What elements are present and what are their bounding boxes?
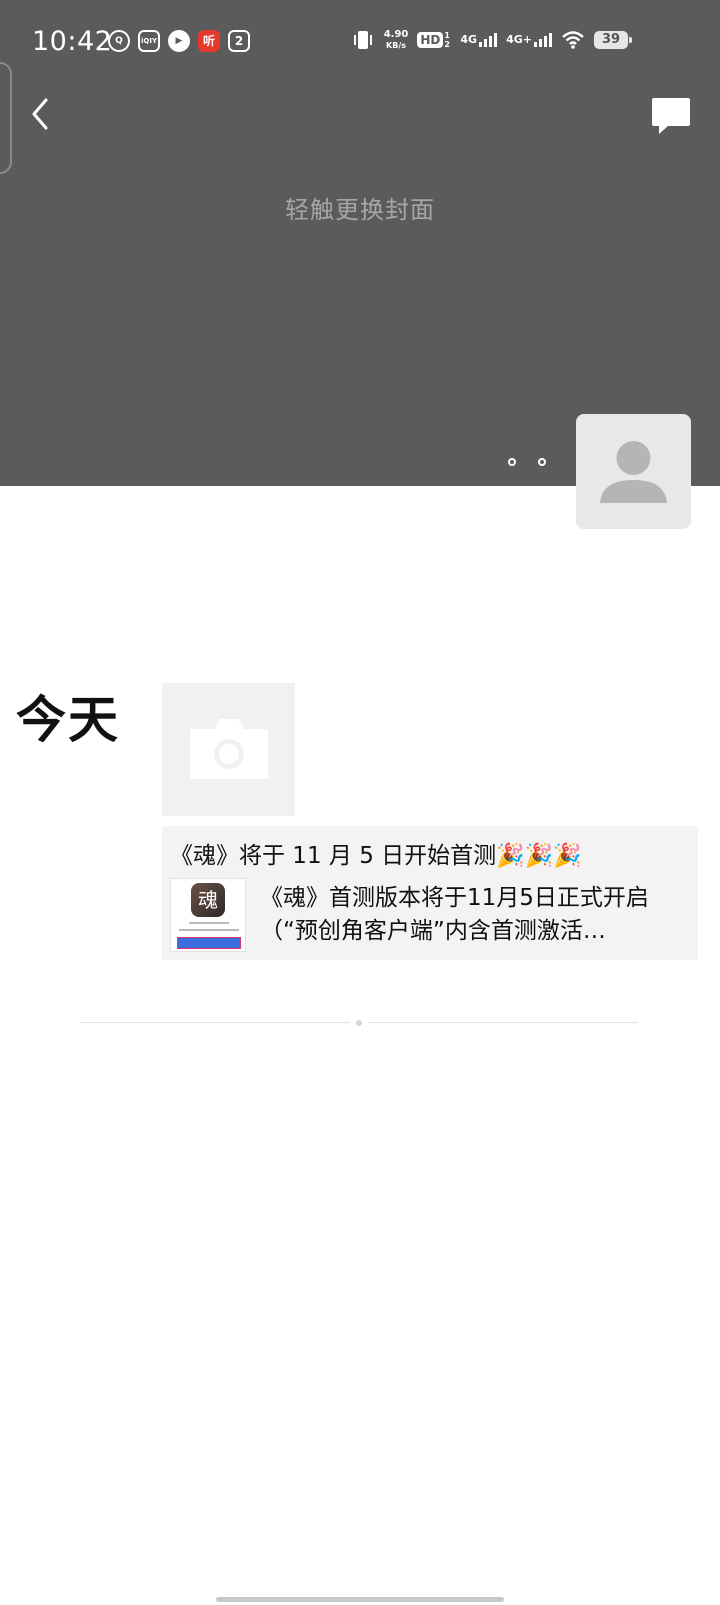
iqiyi-icon: iQIY (138, 30, 160, 52)
wifi-icon (562, 31, 584, 49)
hd-icon: HD 1 2 (417, 31, 451, 49)
sim2-label: 4G+ (506, 33, 532, 46)
hd-label: HD (417, 32, 444, 48)
post-title: 《魂》将于 11 月 5 日开始首测🎉🎉🎉 (170, 843, 583, 869)
post-desc-line-2: （“预创角客户端”内含首测激活… (260, 918, 606, 944)
back-button[interactable] (20, 92, 64, 136)
post-desc-line-1: 《魂》首测版本将于11月5日正式开启 (260, 885, 649, 911)
system-icons: 4.90 KB/s HD 1 2 4G 4G+ 39 (351, 28, 632, 52)
battery-icon: 39 (594, 31, 632, 49)
reader-icon: 2 (228, 30, 250, 52)
message-button[interactable] (650, 96, 692, 136)
cover-page-dots (508, 458, 546, 466)
day-label: 今天 (16, 691, 120, 749)
ting-icon: 听 (198, 30, 220, 52)
end-divider-left (80, 1022, 350, 1023)
post-link-thumbnail: 魂 (170, 878, 246, 952)
end-divider-right (368, 1022, 638, 1023)
chat-bubble-icon (652, 98, 690, 134)
thumb-button (177, 937, 241, 949)
sim1-signal-icon: 4G (460, 33, 498, 47)
end-divider-dot (356, 1020, 362, 1026)
net-speed-unit: KB/s (386, 41, 407, 50)
chevron-left-icon (32, 98, 48, 130)
status-time: 10:42 (32, 26, 113, 57)
avatar[interactable] (576, 414, 691, 529)
vibrate-icon (353, 31, 372, 49)
sim1-label: 4G (460, 33, 478, 46)
moment-post[interactable]: 《魂》将于 11 月 5 日开始首测🎉🎉🎉 魂 《魂》首测版本将于11月5日正式… (162, 826, 698, 960)
post-description: 《魂》首测版本将于11月5日正式开启 （“预创角客户端”内含首测激活… (260, 882, 690, 948)
net-speed-value: 4.90 (383, 29, 409, 40)
hd-sub: 1 2 (444, 31, 450, 49)
thumb-text-line (179, 929, 239, 931)
status-bar: 10:42 Q iQIY ▶ 听 2 4.90 KB/s HD 1 2 4G 4… (0, 0, 720, 86)
post-photo-button[interactable] (162, 683, 295, 816)
edge-panel-handle[interactable] (0, 62, 12, 174)
thumb-text-line (189, 922, 229, 924)
page-dot (508, 458, 516, 466)
home-indicator[interactable] (216, 1597, 504, 1602)
video-play-icon: ▶ (168, 30, 190, 52)
default-avatar-icon (600, 441, 667, 503)
game-logo-icon: 魂 (191, 883, 225, 917)
qq-icon: Q (108, 30, 130, 52)
page-dot (538, 458, 546, 466)
net-speed: 4.90 KB/s (384, 29, 409, 51)
cover-change-hint[interactable]: 轻触更换封面 (0, 190, 720, 225)
notification-icons: Q iQIY ▶ 听 2 (108, 30, 250, 54)
camera-icon (190, 719, 268, 779)
sim2-signal-icon: 4G+ (506, 33, 552, 47)
